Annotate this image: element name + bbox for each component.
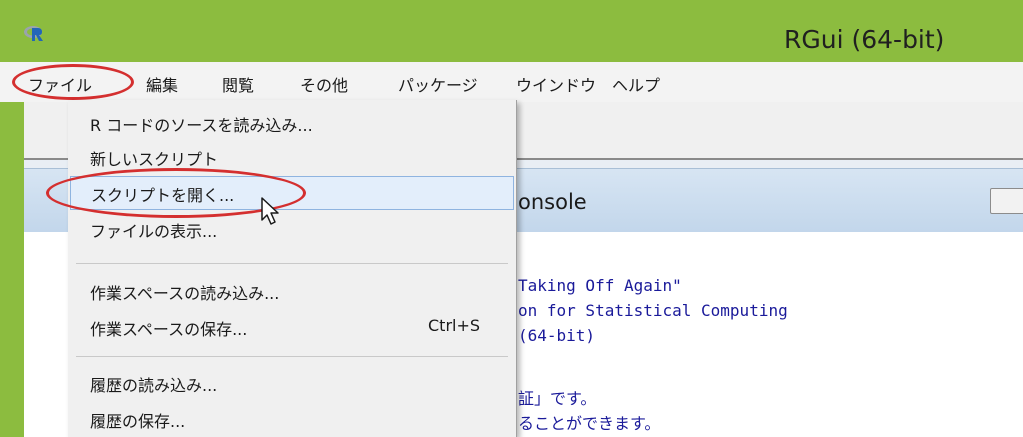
menu-item-save-history[interactable]: 履歴の保存...	[68, 402, 516, 436]
console-window-title: onsole	[518, 190, 587, 214]
r-logo-icon[interactable]	[23, 24, 45, 42]
menu-item-source-r-code[interactable]: R コードのソースを読み込み...	[68, 106, 516, 140]
menu-item-label: 新しいスクリプト	[90, 150, 219, 169]
menu-item-label: 履歴の保存...	[90, 412, 186, 431]
menu-windows[interactable]: ウインドウ	[516, 72, 596, 96]
menu-bar: ファイル 編集 閲覧 その他 パッケージ ウインドウ ヘルプ	[0, 62, 1023, 102]
menu-item-shortcut: Ctrl+S	[428, 316, 481, 335]
menu-edit[interactable]: 編集	[146, 72, 178, 96]
menu-misc[interactable]: その他	[300, 72, 348, 96]
console-minimize-button[interactable]	[990, 188, 1023, 214]
file-menu-annotation-circle	[12, 64, 134, 100]
console-line: on for Statistical Computing	[518, 301, 788, 320]
menu-item-label: 作業スペースの保存...	[90, 320, 248, 339]
file-menu-dropdown: R コードのソースを読み込み... 新しいスクリプト スクリプトを開く... フ…	[68, 100, 517, 437]
menu-help[interactable]: ヘルプ	[612, 72, 660, 96]
menu-item-display-files[interactable]: ファイルの表示...	[68, 212, 516, 246]
menu-item-load-history[interactable]: 履歴の読み込み...	[68, 366, 516, 400]
menu-item-load-workspace[interactable]: 作業スペースの読み込み...	[68, 274, 516, 308]
mouse-pointer-icon	[261, 197, 279, 225]
menu-item-label: 作業スペースの読み込み...	[90, 284, 280, 303]
console-line: Taking Off Again"	[518, 276, 682, 295]
window-frame-left	[0, 102, 24, 437]
menu-separator	[76, 356, 508, 357]
console-line: 証」です。	[518, 389, 597, 408]
window-title: RGui (64-bit)	[784, 25, 945, 54]
menu-item-label: ファイルの表示...	[90, 222, 218, 241]
menu-item-label: R コードのソースを読み込み...	[90, 116, 313, 135]
menu-separator	[76, 263, 508, 264]
menu-packages[interactable]: パッケージ	[398, 72, 478, 96]
console-line: ることができます。	[518, 414, 661, 433]
console-line: (64-bit)	[518, 326, 596, 345]
menu-item-label: 履歴の読み込み...	[90, 376, 218, 395]
title-bar: RGui (64-bit)	[0, 0, 1023, 62]
menu-item-save-workspace[interactable]: 作業スペースの保存... Ctrl+S	[68, 310, 516, 344]
menu-view[interactable]: 閲覧	[222, 72, 254, 96]
